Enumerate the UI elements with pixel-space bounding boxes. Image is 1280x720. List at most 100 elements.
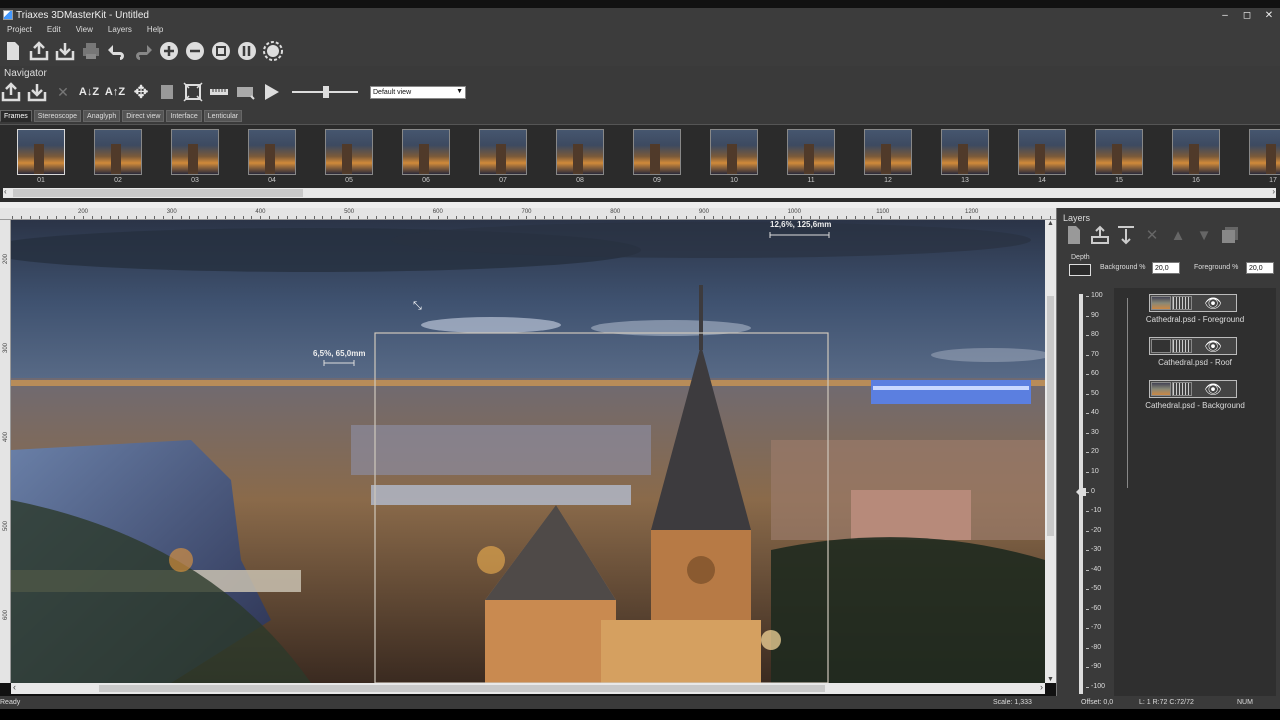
- menu-help[interactable]: Help: [147, 25, 163, 34]
- ruler-tick: [819, 216, 821, 219]
- delete-frame-icon[interactable]: ✕: [52, 81, 74, 103]
- scroll-up-icon[interactable]: ▲: [1047, 220, 1054, 227]
- import-frames-icon[interactable]: [0, 81, 22, 103]
- frame-thumbnail[interactable]: 03: [171, 129, 219, 187]
- menu-view[interactable]: View: [76, 25, 93, 34]
- move-up-icon[interactable]: ▲: [1167, 224, 1189, 246]
- ruler-tick: [916, 216, 918, 219]
- layer-item[interactable]: 👁 Cathedral.psd - Foreground: [1114, 290, 1276, 330]
- frame-thumbnail[interactable]: 13: [941, 129, 989, 187]
- ruler-tick: [393, 216, 395, 219]
- settings-gear-icon[interactable]: [262, 40, 284, 62]
- visibility-eye-icon[interactable]: 👁: [1193, 295, 1233, 311]
- save-download-icon[interactable]: [54, 40, 76, 62]
- open-upload-icon[interactable]: [28, 40, 50, 62]
- sort-descending-icon[interactable]: A↑Z: [104, 81, 126, 103]
- frame-thumbnail[interactable]: 04: [248, 129, 296, 187]
- redo-icon[interactable]: [132, 40, 154, 62]
- view-select-value: Default view: [373, 88, 412, 96]
- new-layer-icon[interactable]: [1063, 224, 1085, 246]
- canvas-horizontal-scrollbar[interactable]: ‹ ›: [11, 682, 1045, 694]
- minimize-button[interactable]: –: [1214, 10, 1236, 21]
- ruler-tick: [242, 216, 244, 219]
- canvas-vscroll-thumb[interactable]: [1047, 296, 1054, 536]
- fit-frame-icon[interactable]: [182, 81, 204, 103]
- new-file-icon[interactable]: [2, 40, 24, 62]
- frame-thumbnail[interactable]: 10: [710, 129, 758, 187]
- depth-color-swatch[interactable]: [1069, 264, 1091, 276]
- zoom-actual-icon[interactable]: [236, 40, 258, 62]
- speed-slider[interactable]: [292, 85, 358, 99]
- export-frames-icon[interactable]: [26, 81, 48, 103]
- layer-item[interactable]: 👁 Cathedral.psd - Background: [1114, 376, 1276, 416]
- frames-scrollbar[interactable]: ‹ ›: [3, 187, 1276, 198]
- frame-thumbnail[interactable]: 12: [864, 129, 912, 187]
- depth-scale-tick: [1086, 511, 1089, 513]
- frame-thumbnail[interactable]: 02: [94, 129, 142, 187]
- ruler-icon[interactable]: [208, 81, 230, 103]
- layer-up-icon[interactable]: [1089, 224, 1111, 246]
- zoom-in-icon[interactable]: [158, 40, 180, 62]
- tab-lenticular[interactable]: Lenticular: [203, 110, 243, 122]
- frame-thumbnail[interactable]: 06: [402, 129, 450, 187]
- scroll-right-icon[interactable]: ›: [1272, 187, 1275, 196]
- frame-thumbnail[interactable]: 17: [1249, 129, 1280, 187]
- frames-scroll-thumb[interactable]: [13, 189, 303, 197]
- undo-icon[interactable]: [106, 40, 128, 62]
- frame-thumbnail[interactable]: 08: [556, 129, 604, 187]
- frame-thumbnail[interactable]: 16: [1172, 129, 1220, 187]
- tab-direct-view[interactable]: Direct view: [122, 110, 165, 122]
- ruler-tick: [473, 216, 475, 219]
- scroll-left-icon[interactable]: ‹: [13, 682, 16, 692]
- view-select[interactable]: Default view ▼: [370, 85, 466, 99]
- ruler-tick: [455, 216, 457, 219]
- layer-down-icon[interactable]: [1115, 224, 1137, 246]
- canvas-vertical-scrollbar[interactable]: ▲ ▼: [1045, 220, 1056, 683]
- close-button[interactable]: ✕: [1258, 10, 1280, 21]
- delete-layer-icon[interactable]: ✕: [1141, 224, 1163, 246]
- frame-thumbnail[interactable]: 14: [1018, 129, 1066, 187]
- maximize-button[interactable]: ◻: [1236, 10, 1258, 21]
- move-icon[interactable]: ✥: [130, 81, 152, 103]
- ruler-tick: [216, 216, 217, 219]
- background-percent-input[interactable]: 20,0: [1152, 262, 1180, 274]
- frame-thumbnail[interactable]: 01: [17, 129, 65, 187]
- duplicate-layer-icon[interactable]: [1219, 224, 1241, 246]
- frame-thumbnail[interactable]: 05: [325, 129, 373, 187]
- menu-project[interactable]: Project: [7, 25, 32, 34]
- move-down-icon[interactable]: ▼: [1193, 224, 1215, 246]
- menu-edit[interactable]: Edit: [47, 25, 61, 34]
- ruler-tick: [1049, 216, 1051, 219]
- scroll-right-icon[interactable]: ›: [1040, 682, 1043, 692]
- ruler-tick: [774, 216, 776, 219]
- slider-thumb[interactable]: [323, 86, 329, 98]
- zoom-out-icon[interactable]: [184, 40, 206, 62]
- crop-icon[interactable]: [156, 81, 178, 103]
- ruler-label: 600: [432, 209, 443, 215]
- foreground-percent-input[interactable]: 20,0: [1246, 262, 1274, 274]
- sort-ascending-icon[interactable]: A↓Z: [78, 81, 100, 103]
- tab-stereoscope[interactable]: Stereoscope: [33, 110, 82, 122]
- zoom-fit-icon[interactable]: [210, 40, 232, 62]
- canvas-hscroll-thumb[interactable]: [99, 685, 825, 692]
- depth-scale[interactable]: 100 90 80 70 60 50 40 30 20 10 0 -10 -20 -30 -40 -50 -60…: [1076, 292, 1117, 694]
- aspect-icon[interactable]: [234, 81, 256, 103]
- tab-frames[interactable]: Frames: [0, 110, 32, 122]
- image-canvas[interactable]: 12,6%, 125,6mm 6,5%, 65,0mm ⤡: [11, 220, 1045, 683]
- visibility-eye-icon[interactable]: 👁: [1193, 338, 1233, 354]
- layer-item[interactable]: 👁 Cathedral.psd - Roof: [1114, 333, 1276, 373]
- depth-slider-thumb[interactable]: [1076, 488, 1086, 496]
- frame-thumbnail[interactable]: 09: [633, 129, 681, 187]
- tab-anaglyph[interactable]: Anaglyph: [83, 110, 121, 122]
- frame-thumbnail[interactable]: 07: [479, 129, 527, 187]
- frame-thumbnail[interactable]: 15: [1095, 129, 1143, 187]
- ruler-tick: [996, 216, 998, 219]
- menu-layers[interactable]: Layers: [108, 25, 132, 34]
- tab-interface[interactable]: Interface: [166, 110, 202, 122]
- print-icon[interactable]: [80, 40, 102, 62]
- scroll-left-icon[interactable]: ‹: [4, 187, 7, 196]
- scroll-down-icon[interactable]: ▼: [1047, 676, 1054, 683]
- visibility-eye-icon[interactable]: 👁: [1193, 381, 1233, 397]
- play-icon[interactable]: [260, 81, 282, 103]
- frame-thumbnail[interactable]: 11: [787, 129, 835, 187]
